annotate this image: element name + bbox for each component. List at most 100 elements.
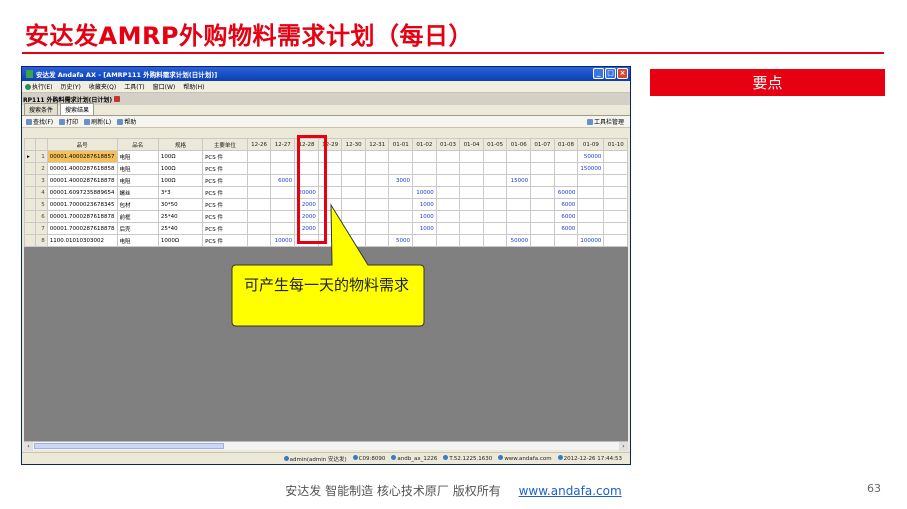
tab-search-conditions[interactable]: 搜索条件 (24, 103, 59, 115)
cell-code[interactable]: 1100.01010303002 (46, 234, 118, 247)
menu-execute[interactable]: 执行(E) (25, 82, 52, 91)
col-header[interactable]: 01-02 (412, 138, 437, 151)
cell-qty[interactable]: 60000 (553, 186, 579, 199)
cell-qty[interactable] (577, 222, 605, 235)
row-index[interactable]: 6 (35, 210, 48, 223)
cell-qty[interactable] (412, 234, 437, 247)
maximize-button[interactable]: □ (605, 68, 616, 79)
col-header[interactable]: 品名 (116, 138, 159, 151)
col-header[interactable]: 主要单位 (202, 138, 248, 151)
cell-qty[interactable] (246, 198, 272, 211)
scroll-left-icon[interactable]: ‹ (24, 442, 33, 451)
cell-spec[interactable]: 25*40 (157, 222, 204, 235)
cell-unit[interactable]: PCS 件 (202, 174, 248, 187)
cell-code[interactable]: 00001.6097235889654 (46, 186, 118, 199)
cell-qty[interactable] (577, 186, 605, 199)
cell-spec[interactable]: 1000Ω (157, 234, 204, 247)
cell-spec[interactable]: 100Ω (157, 150, 204, 163)
cell-qty[interactable] (530, 222, 555, 235)
cell-code[interactable]: 00001.7000287618878 (46, 210, 118, 223)
tab-search-results[interactable]: 搜索结果 (60, 103, 95, 115)
cell-name[interactable]: 电阻 (116, 174, 159, 187)
cell-qty[interactable] (388, 162, 413, 175)
menu-help[interactable]: 帮助(H) (183, 82, 204, 91)
cell-qty[interactable] (506, 222, 532, 235)
cell-qty[interactable] (246, 222, 272, 235)
cell-qty[interactable] (341, 174, 366, 187)
cell-qty[interactable]: 6000 (270, 174, 296, 187)
cell-qty[interactable] (246, 186, 272, 199)
cell-qty[interactable] (530, 150, 555, 163)
cell-qty[interactable] (530, 210, 555, 223)
cell-qty[interactable] (603, 150, 628, 163)
cell-qty[interactable] (270, 222, 296, 235)
cell-qty[interactable] (388, 186, 413, 199)
cell-qty[interactable] (388, 222, 413, 235)
cell-qty[interactable] (506, 162, 532, 175)
cell-qty[interactable]: 15000 (506, 174, 532, 187)
cell-qty[interactable] (341, 150, 366, 163)
cell-qty[interactable] (246, 234, 272, 247)
cell-code[interactable]: 00001.4000287618878 (46, 174, 118, 187)
footer-link[interactable]: www.andafa.com (519, 484, 622, 498)
row-index[interactable]: 7 (35, 222, 48, 235)
cell-qty[interactable] (435, 198, 461, 211)
cell-qty[interactable] (553, 234, 579, 247)
cell-qty[interactable] (435, 222, 461, 235)
cell-spec[interactable]: 25*40 (157, 210, 204, 223)
cell-qty[interactable]: 6000 (553, 198, 579, 211)
cell-qty[interactable] (506, 186, 532, 199)
close-button[interactable]: × (617, 68, 628, 79)
cell-qty[interactable] (506, 210, 532, 223)
cell-code[interactable]: 00001.4000287618858 (46, 162, 118, 175)
cell-qty[interactable] (270, 150, 296, 163)
cell-qty[interactable] (364, 174, 390, 187)
cell-qty[interactable] (341, 210, 366, 223)
cell-qty[interactable] (482, 174, 508, 187)
cell-unit[interactable]: PCS 件 (202, 234, 248, 247)
cell-qty[interactable] (364, 234, 390, 247)
cell-name[interactable]: 螺丝 (116, 186, 159, 199)
cell-qty[interactable]: 50000 (577, 150, 605, 163)
cell-qty[interactable] (435, 150, 461, 163)
cell-unit[interactable]: PCS 件 (202, 222, 248, 235)
cell-qty[interactable]: 5000 (388, 234, 413, 247)
cell-unit[interactable]: PCS 件 (202, 210, 248, 223)
menu-window[interactable]: 窗口(W) (153, 82, 176, 91)
col-header[interactable]: 12-31 (364, 138, 390, 151)
cell-qty[interactable] (246, 210, 272, 223)
col-header[interactable]: 01-04 (459, 138, 484, 151)
cell-qty[interactable] (459, 234, 484, 247)
row-index[interactable]: 3 (35, 174, 48, 187)
cell-qty[interactable] (388, 210, 413, 223)
cell-qty[interactable] (341, 186, 366, 199)
cell-name[interactable]: 包材 (116, 198, 159, 211)
cell-qty[interactable] (435, 210, 461, 223)
cell-unit[interactable]: PCS 件 (202, 150, 248, 163)
cell-spec[interactable]: 30*50 (157, 198, 204, 211)
col-header[interactable]: 01-06 (506, 138, 532, 151)
cell-qty[interactable] (482, 210, 508, 223)
col-header[interactable]: 01-08 (553, 138, 579, 151)
cell-unit[interactable]: PCS 件 (202, 186, 248, 199)
cell-qty[interactable] (246, 162, 272, 175)
cell-qty[interactable] (577, 174, 605, 187)
col-header[interactable]: 12-26 (246, 138, 272, 151)
cell-qty[interactable] (341, 198, 366, 211)
cell-unit[interactable]: PCS 件 (202, 198, 248, 211)
cell-qty[interactable] (364, 186, 390, 199)
cell-qty[interactable] (506, 150, 532, 163)
cell-name[interactable]: 后壳 (116, 222, 159, 235)
cell-qty[interactable] (603, 162, 628, 175)
cell-qty[interactable] (459, 174, 484, 187)
cell-qty[interactable] (459, 222, 484, 235)
col-header[interactable]: 01-05 (482, 138, 508, 151)
row-index[interactable]: 2 (35, 162, 48, 175)
cell-qty[interactable] (341, 222, 366, 235)
cell-qty[interactable] (435, 162, 461, 175)
menu-history[interactable]: 历史(Y) (60, 82, 80, 91)
close-tab-icon[interactable] (114, 96, 121, 102)
col-header[interactable]: 规格 (157, 138, 204, 151)
row-index[interactable]: 4 (35, 186, 48, 199)
cell-qty[interactable] (603, 210, 628, 223)
